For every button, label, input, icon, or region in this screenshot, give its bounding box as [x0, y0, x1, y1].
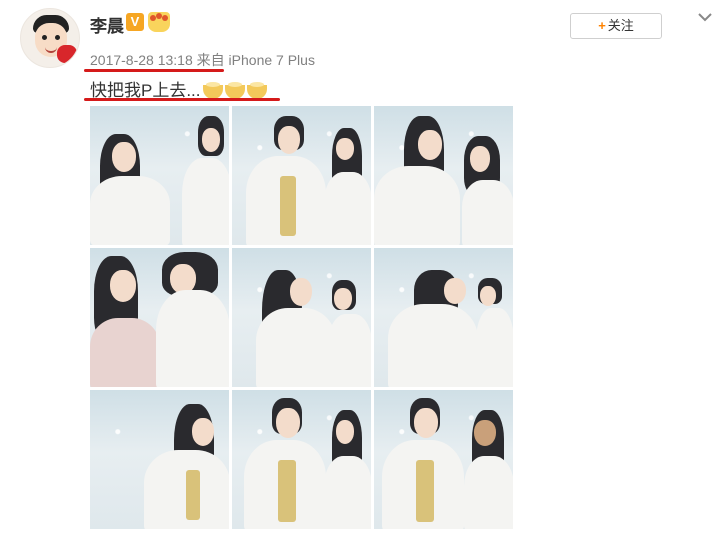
plus-icon: + [598, 18, 606, 33]
avatar-eye [42, 35, 47, 40]
photo-thumbnail[interactable] [374, 390, 513, 529]
verified-v-icon[interactable]: V [126, 13, 144, 31]
timestamp-highlight-underline [84, 69, 224, 72]
avatar-eye [55, 35, 60, 40]
follow-label: 关注 [607, 18, 634, 33]
photo-thumbnail[interactable] [374, 248, 513, 387]
post-timestamp[interactable]: 2017-8-28 13:18 [90, 52, 193, 68]
from-label: 来自 [196, 52, 225, 68]
content-highlight-underline [84, 98, 280, 101]
avatar-glove [57, 45, 77, 63]
device-name[interactable]: iPhone 7 Plus [229, 52, 315, 68]
author-name[interactable]: 李晨 [90, 12, 124, 37]
chevron-down-icon[interactable] [698, 10, 712, 24]
photo-grid [90, 106, 513, 529]
post-meta: 2017-8-28 13:18 来自 iPhone 7 Plus [90, 50, 315, 70]
crown-dot [162, 15, 168, 21]
vip-crown-icon[interactable] [148, 12, 170, 32]
photo-thumbnail[interactable] [232, 390, 371, 529]
photo-thumbnail[interactable] [90, 248, 229, 387]
photo-thumbnail[interactable] [90, 390, 229, 529]
clap-emoji-icon [246, 81, 267, 99]
photo-thumbnail[interactable] [374, 106, 513, 245]
clap-emoji-icon [224, 81, 245, 99]
photo-thumbnail[interactable] [90, 106, 229, 245]
follow-button[interactable]: + 关注 [570, 13, 662, 39]
weibo-post: 李晨 V 2017-8-28 13:18 来自 iPhone 7 Plus + 关… [0, 0, 728, 535]
photo-thumbnail[interactable] [232, 106, 371, 245]
clap-emoji-icon [202, 81, 223, 99]
photo-thumbnail[interactable] [232, 248, 371, 387]
avatar[interactable] [20, 8, 80, 68]
